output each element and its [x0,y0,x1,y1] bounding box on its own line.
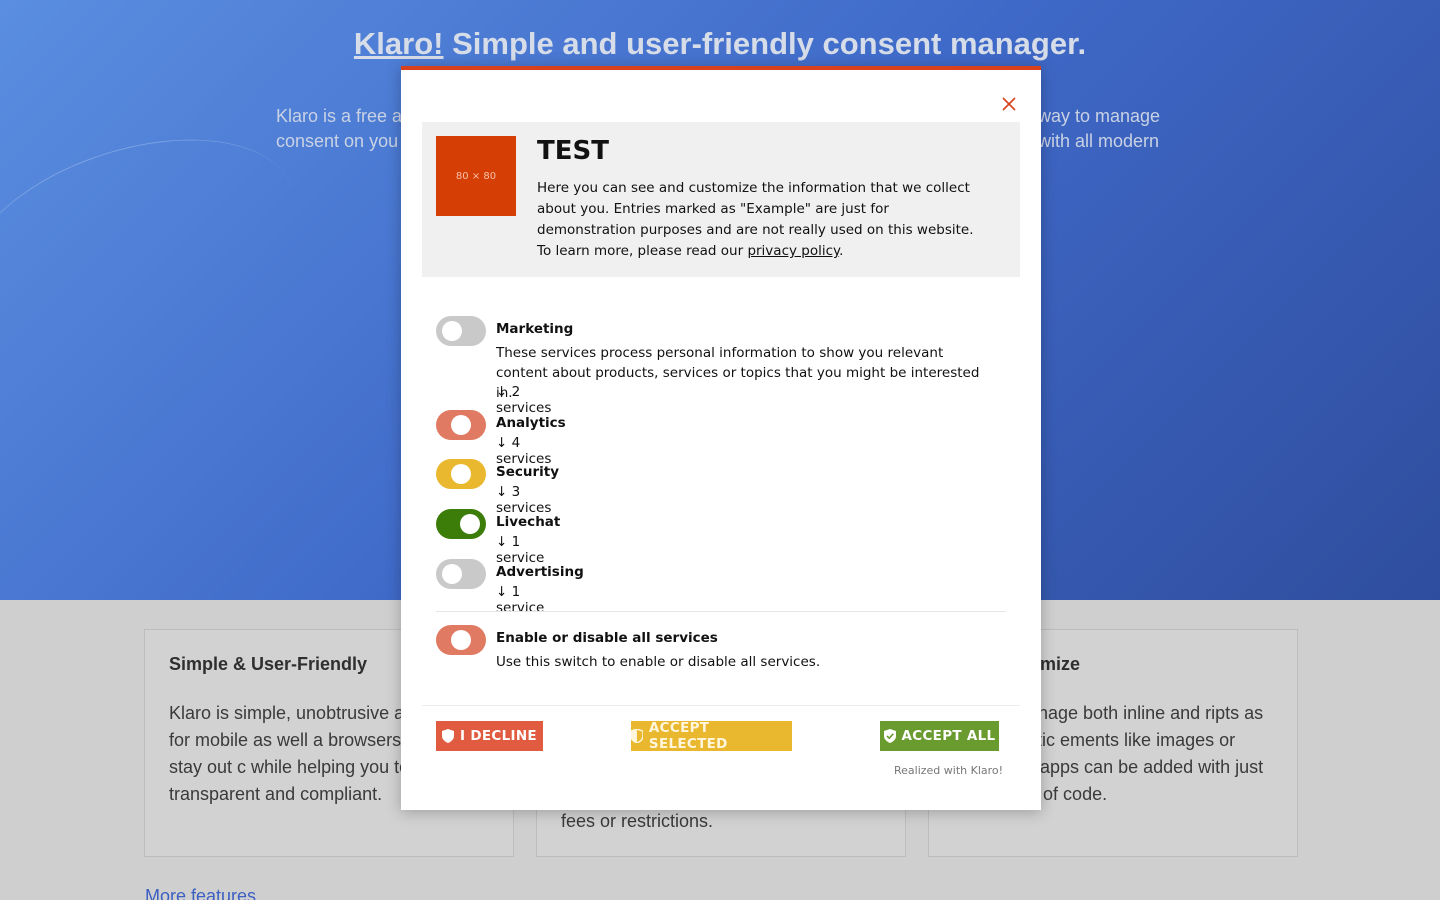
logo-placeholder: 80 × 80 [436,136,516,216]
realized-with-klaro-link[interactable]: Realized with Klaro! [894,764,1003,777]
close-icon[interactable] [999,94,1019,114]
services-toggle-marketing[interactable]: ↓ 2 services [496,384,551,416]
toggle-livechat[interactable] [436,509,486,539]
decline-label: I DECLINE [460,728,537,744]
page: Klaro! Simple and user-friendly consent … [0,0,1440,900]
toggle-marketing[interactable] [436,316,486,346]
services-toggle-livechat[interactable]: ↓ 1 service [496,534,544,566]
accept-all-button[interactable]: ACCEPT ALL [880,721,999,751]
shield-half-icon [631,729,643,743]
modal-header: 80 × 80 TEST Here you can see and custom… [422,122,1020,277]
purpose-name: Advertising [496,564,584,580]
services-toggle-analytics[interactable]: ↓ 4 services [496,435,551,467]
purpose-name: Analytics [496,415,566,431]
purpose-name: Security [496,464,560,480]
toggle-all-description: Use this switch to enable or disable all… [496,654,821,670]
consent-modal: 80 × 80 TEST Here you can see and custom… [401,66,1041,810]
modal-title: TEST [537,136,609,166]
toggle-security[interactable] [436,459,486,489]
privacy-policy-link[interactable]: privacy policy [747,243,839,259]
toggle-analytics[interactable] [436,410,486,440]
shield-check-icon [883,729,896,743]
accept-selected-button[interactable]: ACCEPT SELECTED [631,720,792,752]
purpose-name: Livechat [496,514,561,530]
accept-all-label: ACCEPT ALL [901,728,996,744]
toggle-all-label: Enable or disable all services [496,630,718,646]
modal-description: Here you can see and customize the infor… [537,180,974,259]
shield-icon [442,729,455,743]
divider [436,611,1006,612]
toggle-advertising[interactable] [436,559,486,589]
toggle-all-services[interactable] [436,625,486,655]
footer-divider [422,705,1020,706]
purpose-name: Marketing [496,321,574,337]
services-toggle-security[interactable]: ↓ 3 services [496,484,551,516]
decline-button[interactable]: I DECLINE [436,721,543,751]
purpose-description: These services process personal informat… [496,345,980,401]
accept-selected-label: ACCEPT SELECTED [648,720,728,752]
